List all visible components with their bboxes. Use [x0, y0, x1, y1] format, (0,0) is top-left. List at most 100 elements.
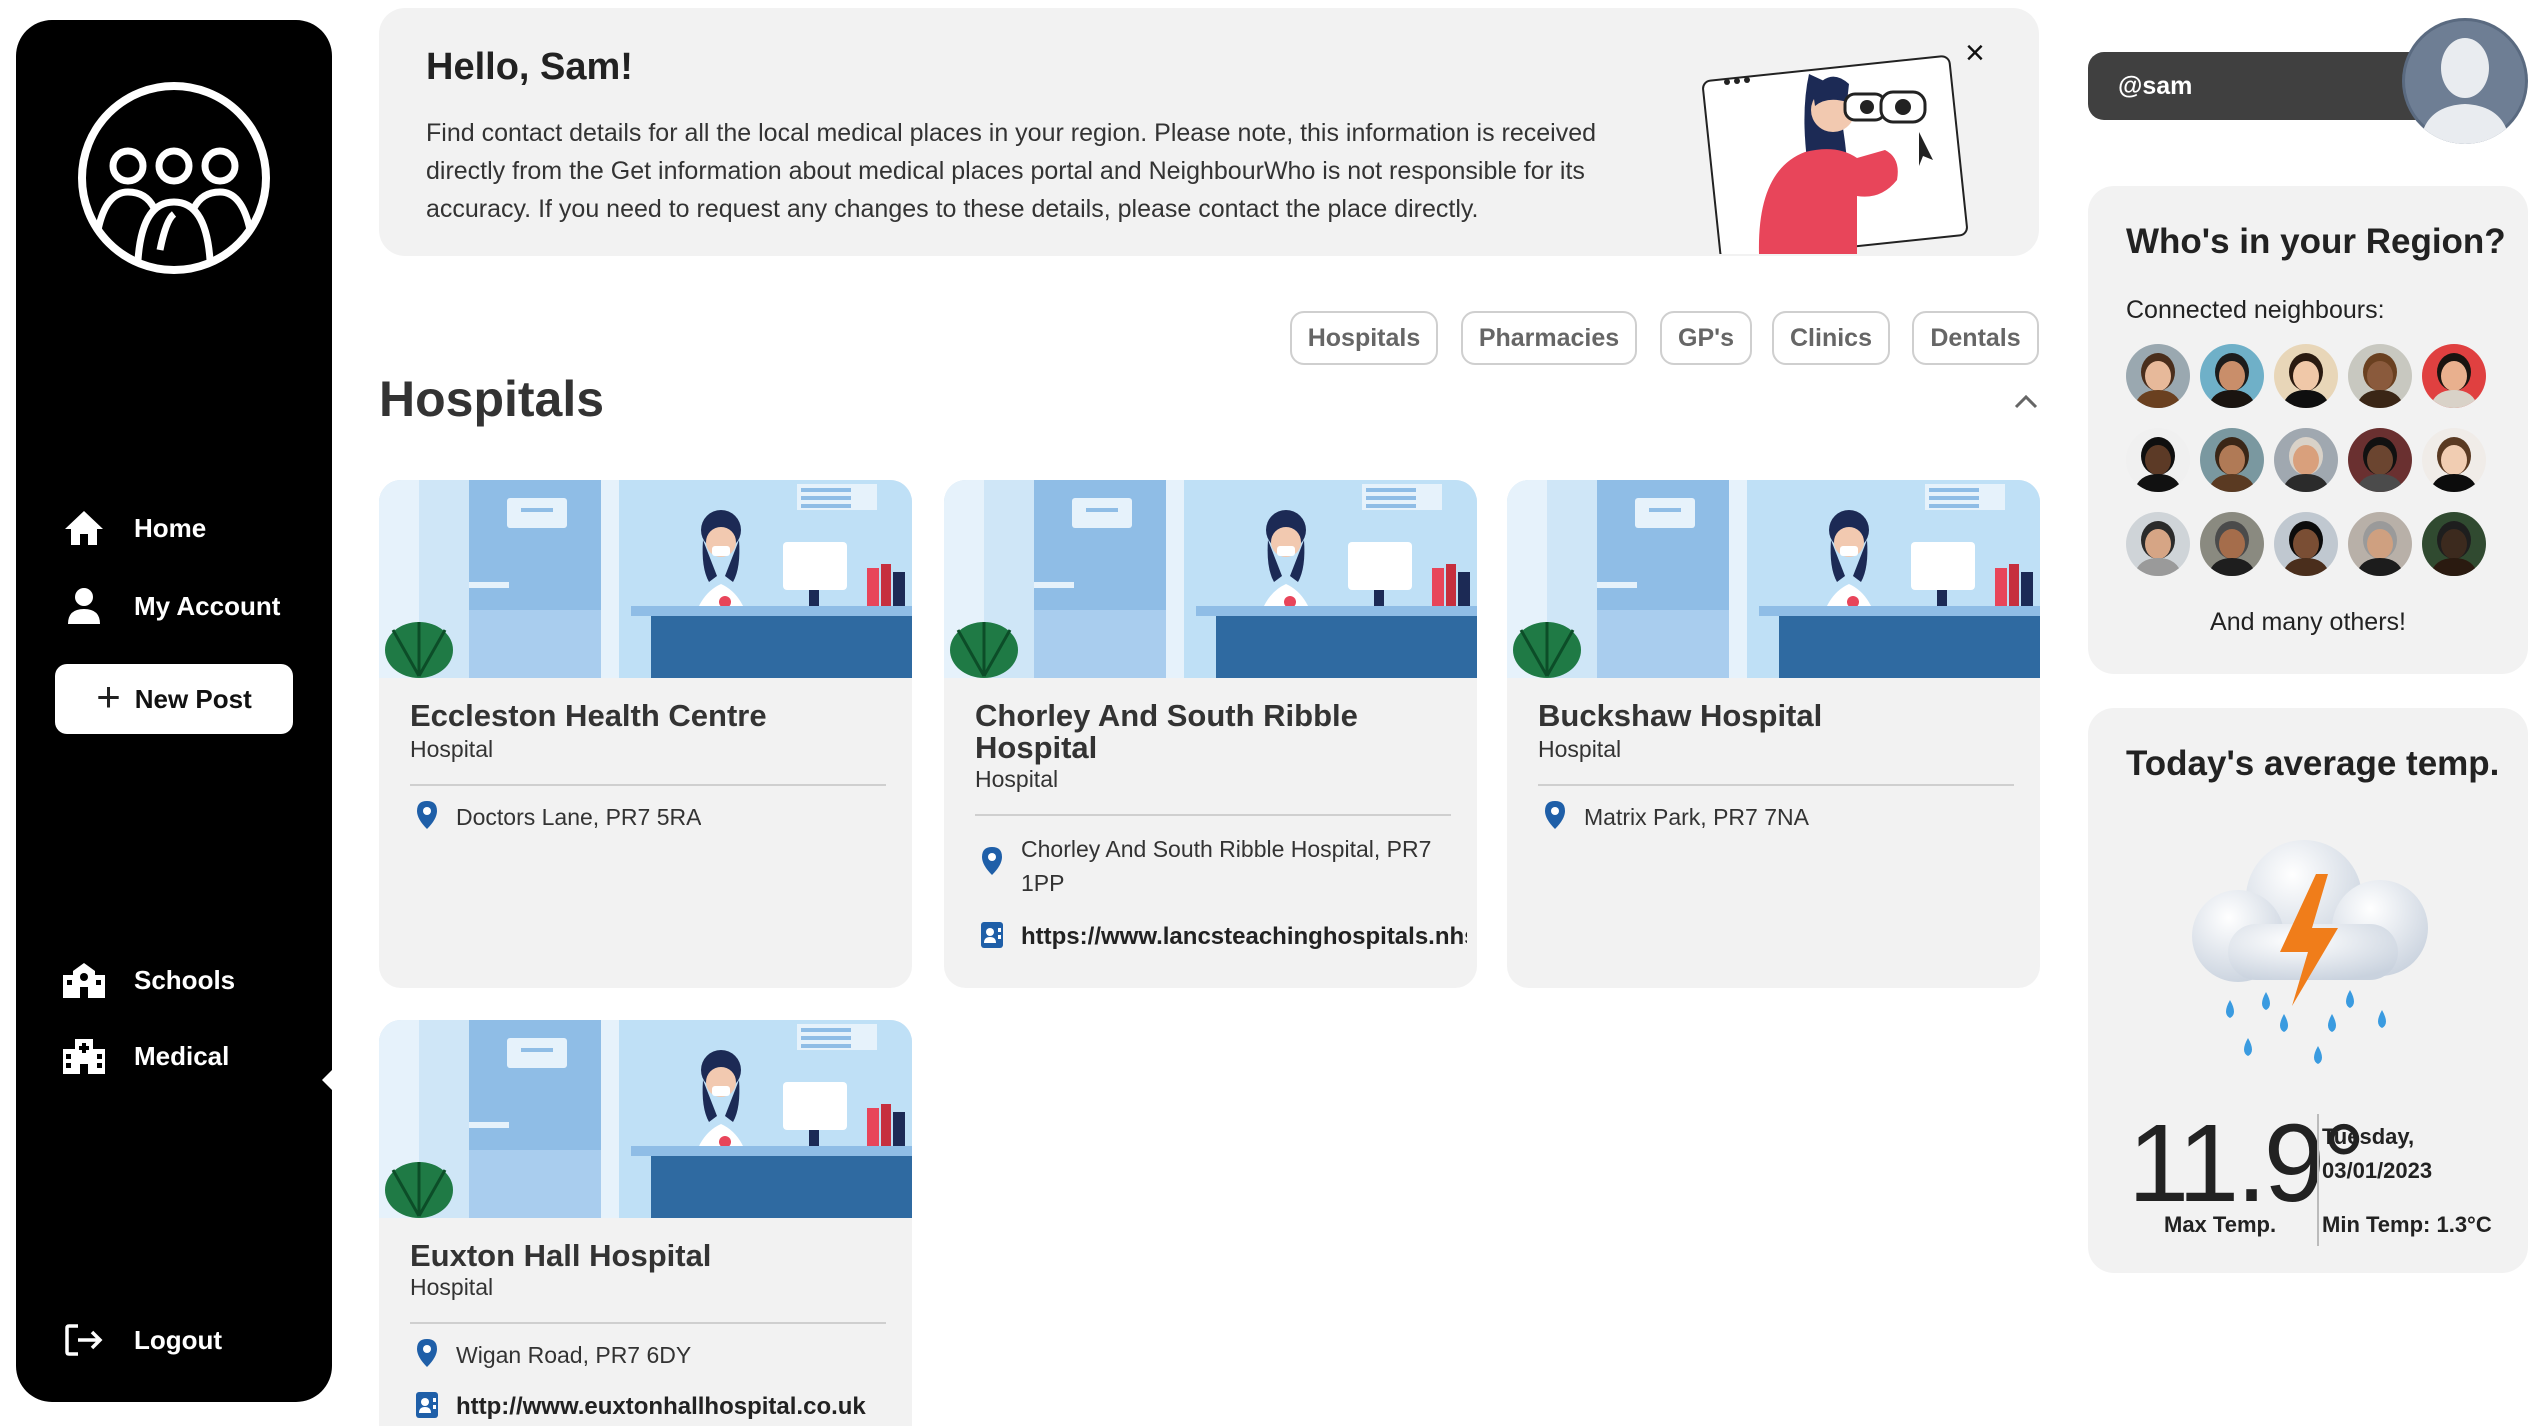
neighbour-avatar[interactable] [2200, 344, 2264, 408]
new-post-label: New Post [134, 683, 252, 714]
place-address-row: Doctors Lane, PR7 5RA [410, 800, 902, 834]
place-card[interactable]: Chorley And South Ribble Hospital Hospit… [944, 480, 1477, 988]
user-silhouette-icon [2402, 18, 2528, 144]
user-handle: @sam [2118, 72, 2193, 100]
neighbourwho-logo-icon[interactable] [76, 80, 272, 276]
sidebar-item-home[interactable]: Home [56, 498, 316, 558]
place-type: Hospital [410, 736, 494, 762]
banner-title: Hello, Sam! [426, 46, 633, 88]
sidebar-item-schools[interactable]: Schools [56, 950, 316, 1010]
filter-chip-hospitals[interactable]: Hospitals [1290, 311, 1438, 365]
place-card[interactable]: Euxton Hall Hospital Hospital Wigan Road… [379, 1020, 912, 1426]
medical-building-icon [56, 1028, 112, 1084]
place-address-row: Wigan Road, PR7 6DY [410, 1338, 902, 1372]
neighbour-avatar[interactable] [2200, 512, 2264, 576]
filter-chip-clinics[interactable]: Clinics [1772, 311, 1890, 365]
neighbour-avatar[interactable] [2422, 428, 2486, 492]
user-menu[interactable]: @sam [2088, 52, 2438, 120]
neighbour-avatar[interactable] [2348, 428, 2412, 492]
place-type: Hospital [1538, 736, 1622, 762]
location-pin-icon [410, 1338, 444, 1368]
place-card-image [1507, 480, 2040, 678]
weather-date: Tuesday, 03/01/2023 [2322, 1120, 2432, 1188]
card-divider [410, 784, 886, 786]
location-pin-icon [975, 832, 1009, 876]
weather-day: Tuesday, [2322, 1124, 2415, 1149]
neighbour-avatar[interactable] [2348, 344, 2412, 408]
home-icon [56, 500, 112, 556]
card-divider [975, 814, 1451, 816]
region-title: Who's in your Region? [2126, 222, 2506, 261]
place-website-link[interactable]: https://www.lancsteachinghospitals.nhs.u… [1021, 920, 1467, 954]
sidebar-item-logout[interactable]: Logout [56, 1310, 316, 1370]
school-icon [56, 952, 112, 1008]
place-name: Chorley And South Ribble Hospital [975, 698, 1358, 765]
weather-title: Today's average temp. [2126, 744, 2500, 783]
place-address: Doctors Lane, PR7 5RA [456, 804, 702, 830]
place-website-row: https://www.lancsteachinghospitals.nhs.u… [975, 920, 1467, 954]
card-divider [1538, 784, 2014, 786]
min-temp-label: Min Temp: 1.3°C [2322, 1212, 2492, 1237]
place-website-link[interactable]: http://www.euxtonhallhospital.co.uk [456, 1390, 866, 1424]
user-icon [56, 578, 112, 634]
weather-date-value: 03/01/2023 [2322, 1158, 2433, 1183]
place-card-image [944, 480, 1477, 678]
banner-description: Find contact details for all the local m… [426, 119, 1597, 223]
location-pin-icon [1538, 800, 1572, 830]
place-address-row: Chorley And South Ribble Hospital, PR7 1… [975, 832, 1467, 900]
weather-panel: Today's average temp. 11.9° Tuesday, 03/… [2088, 708, 2528, 1273]
neighbour-avatar[interactable] [2422, 512, 2486, 576]
new-post-button[interactable]: + New Post [55, 664, 293, 734]
sidebar-item-label: Medical [134, 1040, 230, 1071]
sidebar-item-label: Home [134, 512, 207, 543]
sidebar-item-label: Schools [134, 964, 236, 995]
sidebar-item-medical[interactable]: Medical [56, 1026, 316, 1086]
place-type: Hospital [410, 1274, 494, 1300]
place-card[interactable]: Buckshaw Hospital Hospital Matrix Park, … [1507, 480, 2040, 988]
place-type: Hospital [975, 766, 1059, 792]
place-address: Chorley And South Ribble Hospital, PR7 1… [1021, 836, 1432, 896]
location-pin-icon [410, 800, 444, 830]
avatar[interactable] [2402, 18, 2528, 144]
card-divider [410, 1322, 886, 1324]
sidebar: Home My Account + New Post Schools Medic… [16, 20, 348, 1402]
chevron-up-icon[interactable] [2012, 388, 2040, 416]
place-card-image [379, 1020, 912, 1218]
neighbour-avatar[interactable] [2348, 512, 2412, 576]
place-name: Eccleston Health Centre [410, 698, 767, 733]
thunderstorm-icon [2192, 840, 2428, 1064]
neighbour-avatar[interactable] [2200, 428, 2264, 492]
sidebar-item-my-account[interactable]: My Account [56, 576, 316, 636]
place-name: Euxton Hall Hospital [410, 1238, 712, 1273]
neighbour-avatar[interactable] [2126, 512, 2190, 576]
active-item-indicator [322, 1054, 348, 1106]
neighbour-avatar[interactable] [2126, 428, 2190, 492]
sidebar-item-label: My Account [134, 590, 281, 621]
neighbour-avatar[interactable] [2274, 512, 2338, 576]
filter-chip-gps[interactable]: GP's [1660, 311, 1752, 365]
place-address-row: Matrix Park, PR7 7NA [1538, 800, 2030, 834]
region-more-text: And many others! [2210, 608, 2406, 636]
plus-icon: + [96, 673, 121, 720]
sidebar-item-label: Logout [134, 1324, 223, 1355]
temperature-divider [2317, 1114, 2319, 1246]
place-website-row: http://www.euxtonhallhospital.co.uk [410, 1390, 902, 1424]
neighbour-avatar[interactable] [2126, 344, 2190, 408]
section-title: Hospitals [379, 371, 605, 427]
place-card[interactable]: Eccleston Health Centre Hospital Doctors… [379, 480, 912, 988]
binoculars-illustration-icon [1702, 55, 1968, 254]
neighbour-avatar[interactable] [2274, 428, 2338, 492]
neighbour-avatar[interactable] [2274, 344, 2338, 408]
filter-chip-pharmacies[interactable]: Pharmacies [1461, 311, 1637, 365]
logout-icon [56, 1312, 112, 1368]
place-name: Buckshaw Hospital [1538, 698, 1823, 733]
contact-card-icon [410, 1390, 444, 1420]
region-subtitle: Connected neighbours: [2126, 296, 2385, 324]
neighbour-avatar[interactable] [2422, 344, 2486, 408]
welcome-banner: Hello, Sam! Find contact details for all… [379, 8, 2039, 256]
place-card-image [379, 480, 912, 678]
place-address: Wigan Road, PR7 6DY [456, 1342, 692, 1368]
max-temp-label: Max Temp. [2164, 1212, 2277, 1237]
region-panel: Who's in your Region? Connected neighbou… [2088, 186, 2528, 674]
filter-chip-dentals[interactable]: Dentals [1912, 311, 2039, 365]
